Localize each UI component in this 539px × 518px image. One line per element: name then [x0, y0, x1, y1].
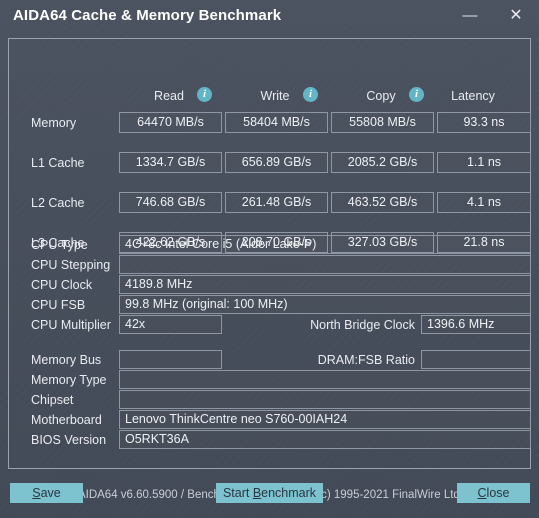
label-memory-bus: Memory Bus [31, 353, 102, 367]
minimize-icon[interactable]: — [455, 3, 485, 29]
label-cpu-clock: CPU Clock [31, 278, 93, 292]
save-button-accel: S [32, 486, 41, 500]
info-icon-read[interactable]: i [197, 87, 212, 102]
content-panel: Read i Write i Copy i Latency Memory 644… [8, 38, 531, 501]
aida64-benchmark-window: AIDA64 Cache & Memory Benchmark — ✕ Read… [0, 0, 539, 518]
value-l1-copy: 2085.2 GB/s [331, 152, 434, 173]
close-button-accel: C [477, 486, 487, 500]
label-cpu-multiplier: CPU Multiplier [31, 318, 111, 332]
info-icon-write[interactable]: i [303, 87, 318, 102]
label-cpu-type: CPU Type [31, 238, 88, 252]
title-bar: AIDA64 Cache & Memory Benchmark — ✕ [0, 0, 539, 35]
label-north-bridge-clock: North Bridge Clock [310, 318, 415, 332]
row-label-memory: Memory [31, 116, 77, 130]
close-button[interactable]: Close [457, 483, 530, 503]
value-memory-copy: 55808 MB/s [331, 112, 434, 133]
value-bios-version: O5RKT36A [119, 430, 531, 449]
column-header-latency: Latency [451, 89, 495, 103]
value-memory-write: 58404 MB/s [225, 112, 328, 133]
value-l2-write: 261.48 GB/s [225, 192, 328, 213]
info-icon-copy[interactable]: i [409, 87, 424, 102]
value-l2-latency: 4.1 ns [437, 192, 531, 213]
column-header-write: Write [260, 89, 290, 103]
save-button-label-post: ave [40, 486, 61, 500]
value-l1-latency: 1.1 ns [437, 152, 531, 173]
start-button-accel: B [252, 486, 262, 500]
label-cpu-stepping: CPU Stepping [31, 258, 111, 272]
start-benchmark-button[interactable]: Start Benchmark [216, 483, 323, 503]
start-button-label-post: enchmark [261, 486, 317, 500]
label-cpu-fsb: CPU FSB [31, 298, 86, 312]
save-button[interactable]: Save [10, 483, 83, 503]
value-cpu-type: 4C+8c Intel Core i5 (Alder Lake-P) [119, 235, 531, 254]
value-dram-fsb-ratio [421, 350, 531, 369]
start-button-label-pre: Start [222, 486, 253, 500]
column-header-copy: Copy [366, 89, 396, 103]
column-header-read: Read [154, 89, 184, 103]
value-l1-write: 656.89 GB/s [225, 152, 328, 173]
value-memory-type [119, 370, 531, 389]
window-title: AIDA64 Cache & Memory Benchmark [13, 7, 282, 24]
close-button-label-post: lose [486, 486, 510, 500]
row-label-l1-cache: L1 Cache [31, 156, 85, 170]
value-memory-bus [119, 350, 222, 369]
value-cpu-multiplier: 42x [119, 315, 222, 334]
row-label-l2-cache: L2 Cache [31, 196, 85, 210]
value-chipset [119, 390, 531, 409]
value-north-bridge-clock: 1396.6 MHz [421, 315, 531, 334]
label-dram-fsb-ratio: DRAM:FSB Ratio [317, 353, 415, 367]
value-l2-read: 746.68 GB/s [119, 192, 222, 213]
value-cpu-clock: 4189.8 MHz [119, 275, 531, 294]
label-chipset: Chipset [31, 393, 74, 407]
value-l1-read: 1334.7 GB/s [119, 152, 222, 173]
label-bios-version: BIOS Version [31, 433, 107, 447]
label-memory-type: Memory Type [31, 373, 107, 387]
value-memory-read: 64470 MB/s [119, 112, 222, 133]
label-motherboard: Motherboard [31, 413, 102, 427]
value-cpu-stepping [119, 255, 531, 274]
value-cpu-fsb: 99.8 MHz (original: 100 MHz) [119, 295, 531, 314]
value-memory-latency: 93.3 ns [437, 112, 531, 133]
value-l2-copy: 463.52 GB/s [331, 192, 434, 213]
value-motherboard: Lenovo ThinkCentre neo S760-00IAH24 [119, 410, 531, 429]
close-icon[interactable]: ✕ [501, 3, 531, 29]
